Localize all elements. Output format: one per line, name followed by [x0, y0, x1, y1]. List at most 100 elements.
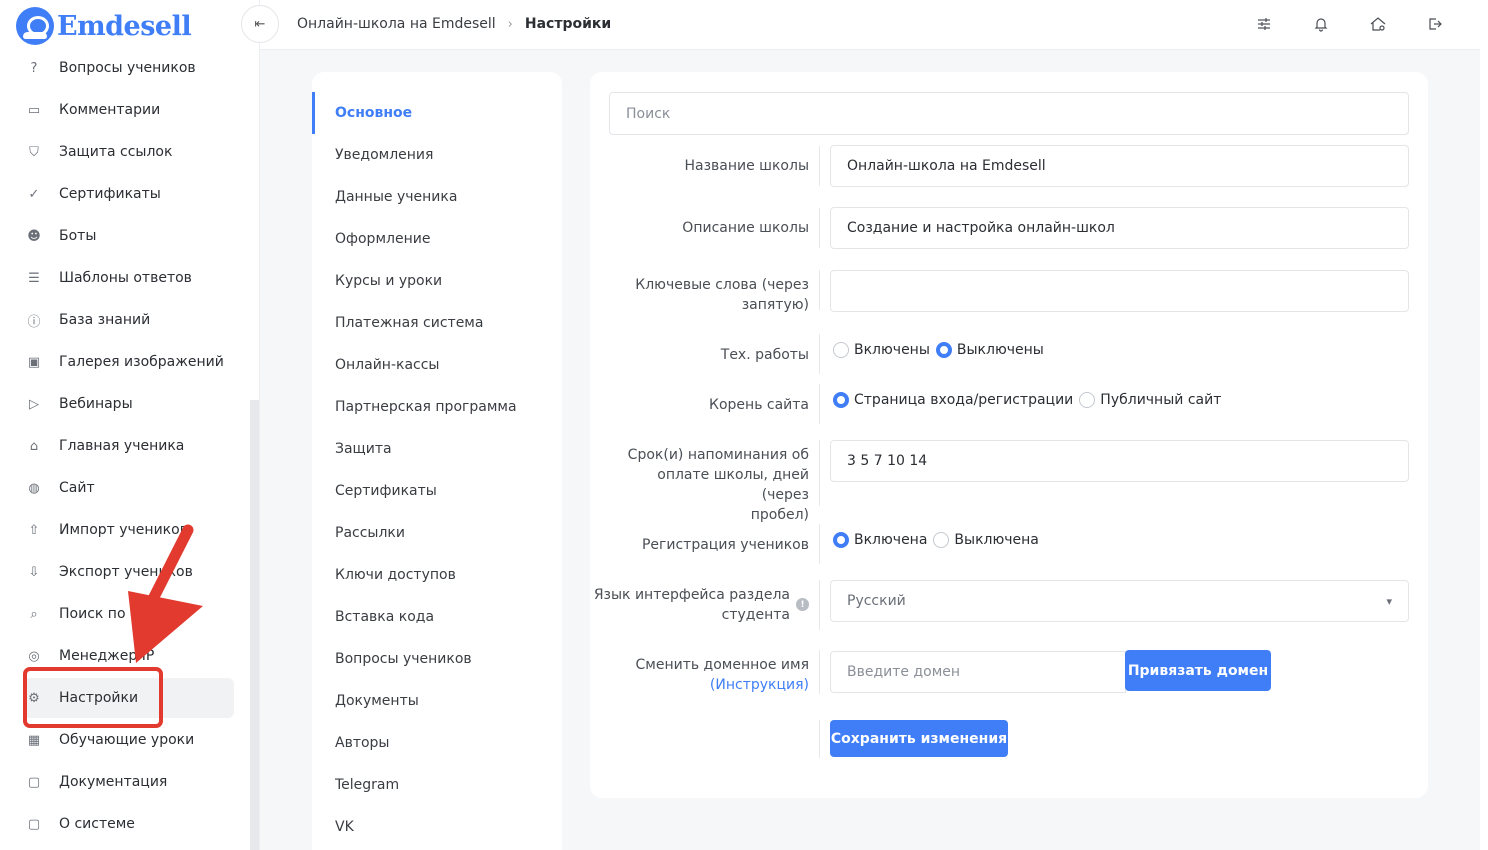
language-label: Язык интерфейса раздела студента: [590, 585, 790, 625]
settings-nav-item[interactable]: Платежная система: [312, 302, 562, 344]
sidebar-item-label: Защита ссылок: [59, 144, 173, 160]
radio-label: Страница входа/регистрации: [854, 392, 1074, 408]
sidebar-item-label: Менеджер IP: [59, 648, 155, 664]
settings-nav-item[interactable]: Партнерская программа: [312, 386, 562, 428]
sidebar-item[interactable]: ◍ Сайт: [24, 468, 234, 508]
radio-dot: [1079, 392, 1096, 408]
settings-nav-item[interactable]: Уведомления: [312, 134, 562, 176]
school-desc-input[interactable]: Создание и настройка онлайн-школ: [830, 207, 1409, 249]
settings-nav-item[interactable]: Документы: [312, 680, 562, 722]
sidebar-item[interactable]: ▭ Комментарии: [24, 90, 234, 130]
sidebar-item-label: Документация: [59, 774, 168, 790]
settings-nav-item[interactable]: Курсы и уроки: [312, 260, 562, 302]
breadcrumb-current: Настройки: [524, 16, 612, 32]
bell-icon[interactable]: [1309, 12, 1333, 36]
sidebar-collapse-button[interactable]: ⇤: [241, 5, 279, 43]
sidebar-item[interactable]: ☰ Шаблоны ответов: [24, 258, 234, 298]
settings-nav-item[interactable]: VK: [312, 806, 562, 848]
save-changes-button[interactable]: Сохранить изменения: [830, 720, 1008, 757]
registration-radio-group: Включена Выключена: [833, 532, 1045, 548]
film-icon: ▦: [27, 732, 41, 748]
maintenance-radio-group: Включены Выключены: [833, 342, 1050, 358]
divider: [819, 524, 820, 564]
divider: [819, 384, 820, 424]
logout-icon[interactable]: [1423, 12, 1447, 36]
radio-dot: [933, 532, 950, 548]
settings-nav-item[interactable]: Вопросы учеников: [312, 638, 562, 680]
settings-nav-item[interactable]: Онлайн-кассы: [312, 344, 562, 386]
reminders-input[interactable]: 3 5 7 10 14: [830, 440, 1409, 482]
site-root-login-radio[interactable]: Страница входа/регистрации: [833, 392, 1073, 408]
settings-nav: Основное Уведомления Данные ученика Оформле…: [312, 72, 562, 850]
maintenance-label: Тех. работы: [720, 347, 809, 363]
radio-dot: [833, 342, 849, 358]
sidebar-item[interactable]: ⓘ База знаний: [24, 300, 234, 340]
settings-nav-item[interactable]: Рассылки: [312, 512, 562, 554]
sidebar-item[interactable]: ⛉ Защита ссылок: [24, 132, 234, 172]
sliders-icon[interactable]: [1252, 12, 1276, 36]
sidebar-item[interactable]: ▣ Галерея изображений: [24, 342, 234, 382]
sidebar-item-label: Сайт: [59, 480, 95, 496]
registration-off-radio[interactable]: Выключена: [933, 532, 1039, 548]
sidebar-item-label: База знаний: [59, 312, 151, 328]
school-name-input[interactable]: Онлайн-школа на Emdesell: [830, 145, 1409, 187]
sidebar-item[interactable]: ◎ Менеджер IP: [24, 636, 234, 676]
breadcrumb-parent[interactable]: Онлайн-школа на Emdesell: [297, 16, 496, 32]
divider: [819, 650, 820, 694]
settings-nav-item[interactable]: Ключи доступов: [312, 554, 562, 596]
chevron-down-icon: ▾: [1386, 594, 1392, 608]
breadcrumb-separator: ›: [507, 16, 513, 32]
keywords-label-line1: Ключевые слова (через: [635, 277, 809, 293]
sidebar-item-label: Боты: [59, 228, 97, 244]
sidebar-item[interactable]: ⌕ Поиск по курсам: [24, 594, 234, 634]
home-settings-icon[interactable]: [1366, 12, 1390, 36]
info-icon[interactable]: !: [796, 598, 809, 611]
sidebar-item[interactable]: ▢ О системе: [24, 804, 234, 844]
sidebar-item[interactable]: ▷ Вебинары: [24, 384, 234, 424]
sidebar-item[interactable]: ▢ Документация: [24, 762, 234, 802]
sidebar-item-label: Галерея изображений: [59, 354, 224, 370]
sidebar-item[interactable]: ⚙ Настройки: [24, 678, 234, 718]
registration-on-radio[interactable]: Включена: [833, 532, 927, 548]
sidebar-item[interactable]: ☻ Боты: [24, 216, 234, 256]
question-circle-icon: ?: [30, 60, 38, 76]
language-label-line2: студента: [721, 607, 790, 623]
settings-nav-item[interactable]: Вставка кода: [312, 596, 562, 638]
settings-nav-item[interactable]: Защита: [312, 428, 562, 470]
settings-search-input[interactable]: [609, 92, 1409, 135]
settings-nav-item[interactable]: Авторы: [312, 722, 562, 764]
settings-nav-item[interactable]: Telegram: [312, 764, 562, 806]
registration-label: Регистрация учеников: [641, 537, 809, 553]
maintenance-on-radio[interactable]: Включены: [833, 342, 930, 358]
divider: [819, 334, 820, 374]
settings-nav-item[interactable]: Сертификаты: [312, 470, 562, 512]
bind-domain-button[interactable]: Привязать домен: [1125, 650, 1271, 691]
sidebar-scrollbar[interactable]: [250, 400, 259, 850]
settings-nav-item[interactable]: Оформление: [312, 218, 562, 260]
search-icon: ⌕: [30, 606, 38, 622]
help-box-icon: ▢: [27, 774, 41, 790]
domain-instruction-link[interactable]: (Инструкция): [710, 677, 809, 693]
sidebar-item[interactable]: ⇩ Экспорт учеников: [24, 552, 234, 592]
language-select[interactable]: Русский ▾: [830, 580, 1409, 622]
site-root-public-radio[interactable]: Публичный сайт: [1079, 392, 1221, 408]
radio-label: Включены: [854, 342, 930, 358]
reminders-label-line2: оплате школы, дней (через: [657, 467, 809, 503]
settings-nav-item[interactable]: Основное: [312, 92, 562, 134]
gear-icon: ⚙: [28, 690, 40, 706]
settings-nav-item[interactable]: Данные ученика: [312, 176, 562, 218]
maintenance-off-radio[interactable]: Выключены: [935, 342, 1044, 358]
sidebar-item-label: О системе: [59, 816, 135, 832]
logo[interactable]: Emdesell: [16, 6, 192, 46]
sidebar-item[interactable]: ? Вопросы учеников: [24, 48, 234, 88]
sidebar-item[interactable]: ⇧ Импорт учеников: [24, 510, 234, 550]
sidebar-item[interactable]: ✓ Сертификаты: [24, 174, 234, 214]
language-label-line1: Язык интерфейса раздела: [593, 587, 790, 603]
play-icon: ▷: [29, 396, 39, 412]
sidebar-item[interactable]: ⌂ Главная ученика: [24, 426, 234, 466]
keywords-input[interactable]: [830, 270, 1409, 312]
right-edge: [1480, 0, 1488, 850]
sidebar-item-label: Вебинары: [59, 396, 133, 412]
domain-input[interactable]: [830, 651, 1126, 693]
sidebar-item[interactable]: ▦ Обучающие уроки: [24, 720, 234, 760]
